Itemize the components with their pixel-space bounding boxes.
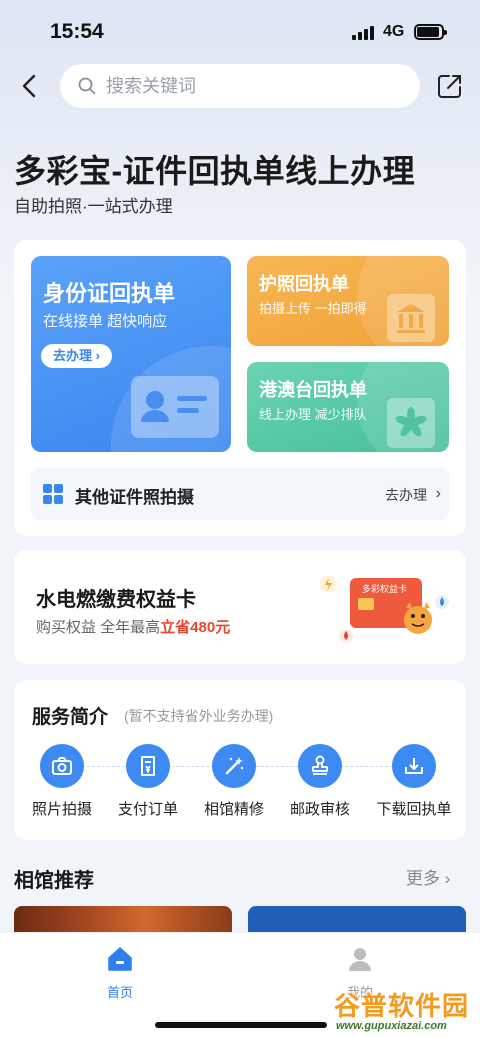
other-id-photo-label: 其他证件照拍摄 bbox=[75, 488, 194, 507]
benefit-highlight: 立省480元 bbox=[160, 619, 231, 636]
passport-subtitle: 拍摄上传 一拍即得 bbox=[259, 301, 367, 316]
search-input[interactable] bbox=[106, 64, 406, 108]
id-card-go-button[interactable]: 去办理 › bbox=[41, 344, 112, 368]
page-subtitle: 自助拍照·一站式办理 bbox=[14, 197, 173, 216]
passport-building-icon bbox=[387, 294, 435, 342]
hk-macau-tw-title: 港澳台回执单 bbox=[259, 380, 367, 400]
tab-home-label: 首页 bbox=[106, 985, 133, 1000]
other-id-photo-row[interactable]: 其他证件照拍摄 去办理 › bbox=[31, 468, 449, 520]
watermark-url: www.gupuxiazai.com bbox=[336, 1020, 447, 1032]
hk-macau-tw-subtitle: 线上办理 减少排队 bbox=[259, 407, 367, 422]
studio-recommend-title: 相馆推荐 bbox=[14, 870, 94, 892]
status-time: 15:54 bbox=[50, 20, 104, 43]
service-item-label: 下载回执单 bbox=[376, 801, 452, 818]
grid-icon bbox=[43, 484, 63, 504]
camera-icon bbox=[40, 744, 84, 788]
other-id-photo-go[interactable]: 去办理 bbox=[385, 485, 427, 505]
tab-home[interactable]: 首页 bbox=[80, 945, 160, 1001]
studio-recommend-more[interactable]: 更多 › bbox=[406, 864, 450, 889]
chevron-left-icon bbox=[22, 74, 36, 98]
service-item-label: 相馆精修 bbox=[203, 801, 264, 818]
receipt-services-card: 身份证回执单 在线接单 超快响应 去办理 › 护照回执单 拍摄上传 一拍即得 港… bbox=[14, 240, 466, 536]
id-card-subtitle: 在线接单 超快响应 bbox=[43, 313, 168, 330]
download-icon bbox=[392, 744, 436, 788]
passport-receipt-tile[interactable]: 护照回执单 拍摄上传 一拍即得 bbox=[247, 256, 449, 346]
id-card-title: 身份证回执单 bbox=[43, 281, 176, 306]
page-title: 多彩宝-证件回执单线上办理 bbox=[14, 153, 416, 189]
search-bar[interactable] bbox=[60, 64, 420, 108]
service-item-photo[interactable]: 照片拍摄 bbox=[22, 744, 102, 819]
chevron-right-icon: › bbox=[444, 869, 451, 888]
back-button[interactable] bbox=[14, 70, 46, 102]
share-button[interactable] bbox=[436, 72, 464, 100]
passport-title: 护照回执单 bbox=[259, 274, 349, 294]
service-item-label: 支付订单 bbox=[117, 801, 178, 818]
share-icon bbox=[438, 75, 461, 98]
utility-benefit-card[interactable]: 水电燃缴费权益卡 购买权益 全年最高立省480元 多彩权益卡 bbox=[14, 550, 466, 664]
service-item-label: 邮政审核 bbox=[289, 801, 350, 818]
benefit-illustration-icon: 多彩权益卡 bbox=[319, 575, 449, 643]
home-icon bbox=[108, 947, 132, 971]
service-item-label: 照片拍摄 bbox=[31, 801, 92, 818]
service-item-download[interactable]: 下载回执单 bbox=[366, 744, 462, 819]
cellular-signal-icon bbox=[352, 26, 376, 40]
network-type: 4G bbox=[383, 23, 405, 40]
benefit-subtitle-prefix: 购买权益 全年最高 bbox=[36, 619, 161, 636]
benefit-card-text: 多彩权益卡 bbox=[362, 583, 407, 595]
service-intro-card: 服务简介 (暂不支持省外业务办理) 照片拍摄 支付订单 相馆精修 邮政审核 下载… bbox=[14, 680, 466, 840]
user-icon bbox=[349, 948, 371, 971]
id-card-icon bbox=[131, 376, 219, 438]
watermark-name: 谷普软件园 bbox=[334, 991, 470, 1021]
status-bar: 15:54 4G bbox=[0, 0, 480, 60]
bauhinia-flower-icon bbox=[387, 398, 435, 448]
service-item-postal[interactable]: 邮政审核 bbox=[280, 744, 360, 819]
stamp-icon bbox=[298, 744, 342, 788]
site-watermark: 谷普软件园 www.gupuxiazai.com bbox=[334, 984, 478, 1038]
benefit-subtitle: 购买权益 全年最高立省480元 bbox=[36, 616, 230, 637]
home-indicator bbox=[155, 1022, 327, 1028]
payment-order-icon bbox=[126, 744, 170, 788]
hk-macau-tw-receipt-tile[interactable]: 港澳台回执单 线上办理 减少排队 bbox=[247, 362, 449, 452]
search-icon bbox=[78, 77, 96, 95]
service-note: (暂不支持省外业务办理) bbox=[124, 708, 274, 724]
benefit-card-illustration: 多彩权益卡 bbox=[314, 568, 454, 648]
service-title: 服务简介 bbox=[32, 707, 109, 728]
magic-wand-icon bbox=[212, 744, 256, 788]
id-card-receipt-tile[interactable]: 身份证回执单 在线接单 超快响应 去办理 › bbox=[31, 256, 231, 452]
service-item-retouch[interactable]: 相馆精修 bbox=[194, 744, 274, 819]
chevron-right-icon: › bbox=[435, 485, 441, 502]
more-label: 更多 bbox=[406, 869, 440, 888]
battery-icon bbox=[414, 24, 447, 40]
benefit-title: 水电燃缴费权益卡 bbox=[36, 589, 196, 611]
service-item-payment[interactable]: 支付订单 bbox=[108, 744, 188, 819]
